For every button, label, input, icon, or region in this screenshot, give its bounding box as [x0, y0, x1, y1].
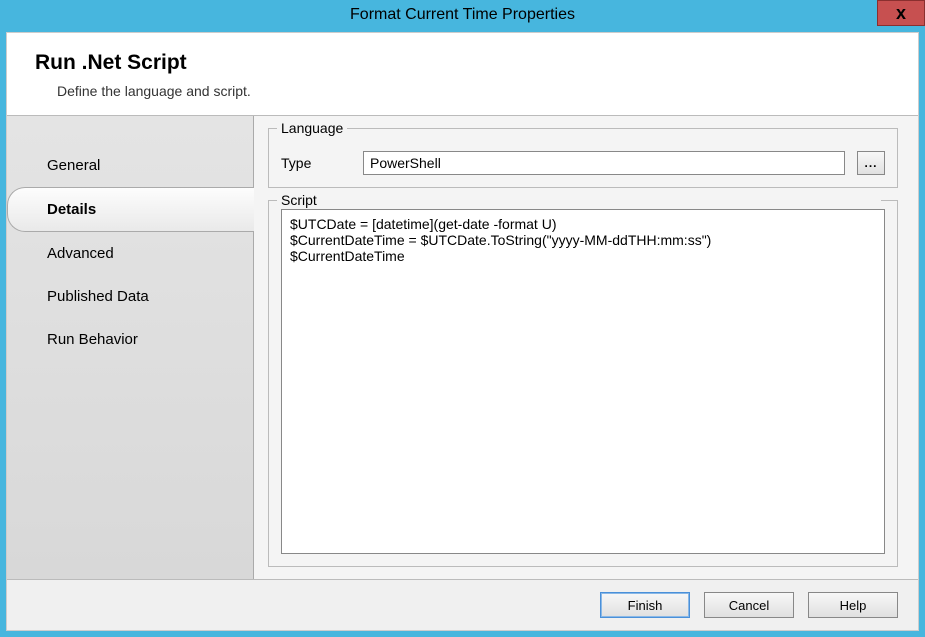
script-textarea[interactable]: [281, 209, 885, 554]
dialog-body: Run .Net Script Define the language and …: [6, 32, 919, 631]
cancel-button[interactable]: Cancel: [704, 592, 794, 618]
close-icon: x: [896, 3, 906, 24]
window-title: Format Current Time Properties: [350, 6, 575, 24]
finish-button[interactable]: Finish: [600, 592, 690, 618]
dialog-footer: Finish Cancel Help: [7, 579, 918, 630]
sidebar-item-label: General: [47, 157, 100, 174]
sidebar-item-details[interactable]: Details: [7, 187, 254, 232]
sidebar-item-general[interactable]: General: [7, 144, 253, 187]
help-button[interactable]: Help: [808, 592, 898, 618]
script-fieldset: Script: [268, 200, 898, 567]
ellipsis-icon: ...: [864, 156, 877, 170]
page-title: Run .Net Script: [35, 51, 890, 75]
type-label: Type: [281, 155, 351, 171]
language-fieldset: Language Type ...: [268, 128, 898, 188]
content-area: General Details Advanced Published Data …: [7, 116, 918, 579]
sidebar: General Details Advanced Published Data …: [7, 116, 253, 579]
main-panel: Language Type ... Script: [253, 116, 918, 579]
sidebar-item-published-data[interactable]: Published Data: [7, 275, 253, 318]
titlebar: Format Current Time Properties x: [0, 0, 925, 30]
sidebar-item-run-behavior[interactable]: Run Behavior: [7, 318, 253, 361]
sidebar-item-label: Run Behavior: [47, 331, 138, 348]
dialog-header: Run .Net Script Define the language and …: [7, 33, 918, 115]
close-button[interactable]: x: [877, 0, 925, 26]
sidebar-item-advanced[interactable]: Advanced: [7, 232, 253, 275]
sidebar-item-label: Advanced: [47, 245, 114, 262]
page-description: Define the language and script.: [57, 83, 890, 99]
language-legend: Language: [277, 120, 347, 136]
sidebar-item-label: Published Data: [47, 288, 149, 305]
script-legend: Script: [277, 192, 881, 208]
language-row: Type ...: [281, 151, 885, 175]
browse-button[interactable]: ...: [857, 151, 885, 175]
dialog-window: Format Current Time Properties x Run .Ne…: [0, 0, 925, 637]
sidebar-item-label: Details: [47, 201, 96, 218]
type-input[interactable]: [363, 151, 845, 175]
